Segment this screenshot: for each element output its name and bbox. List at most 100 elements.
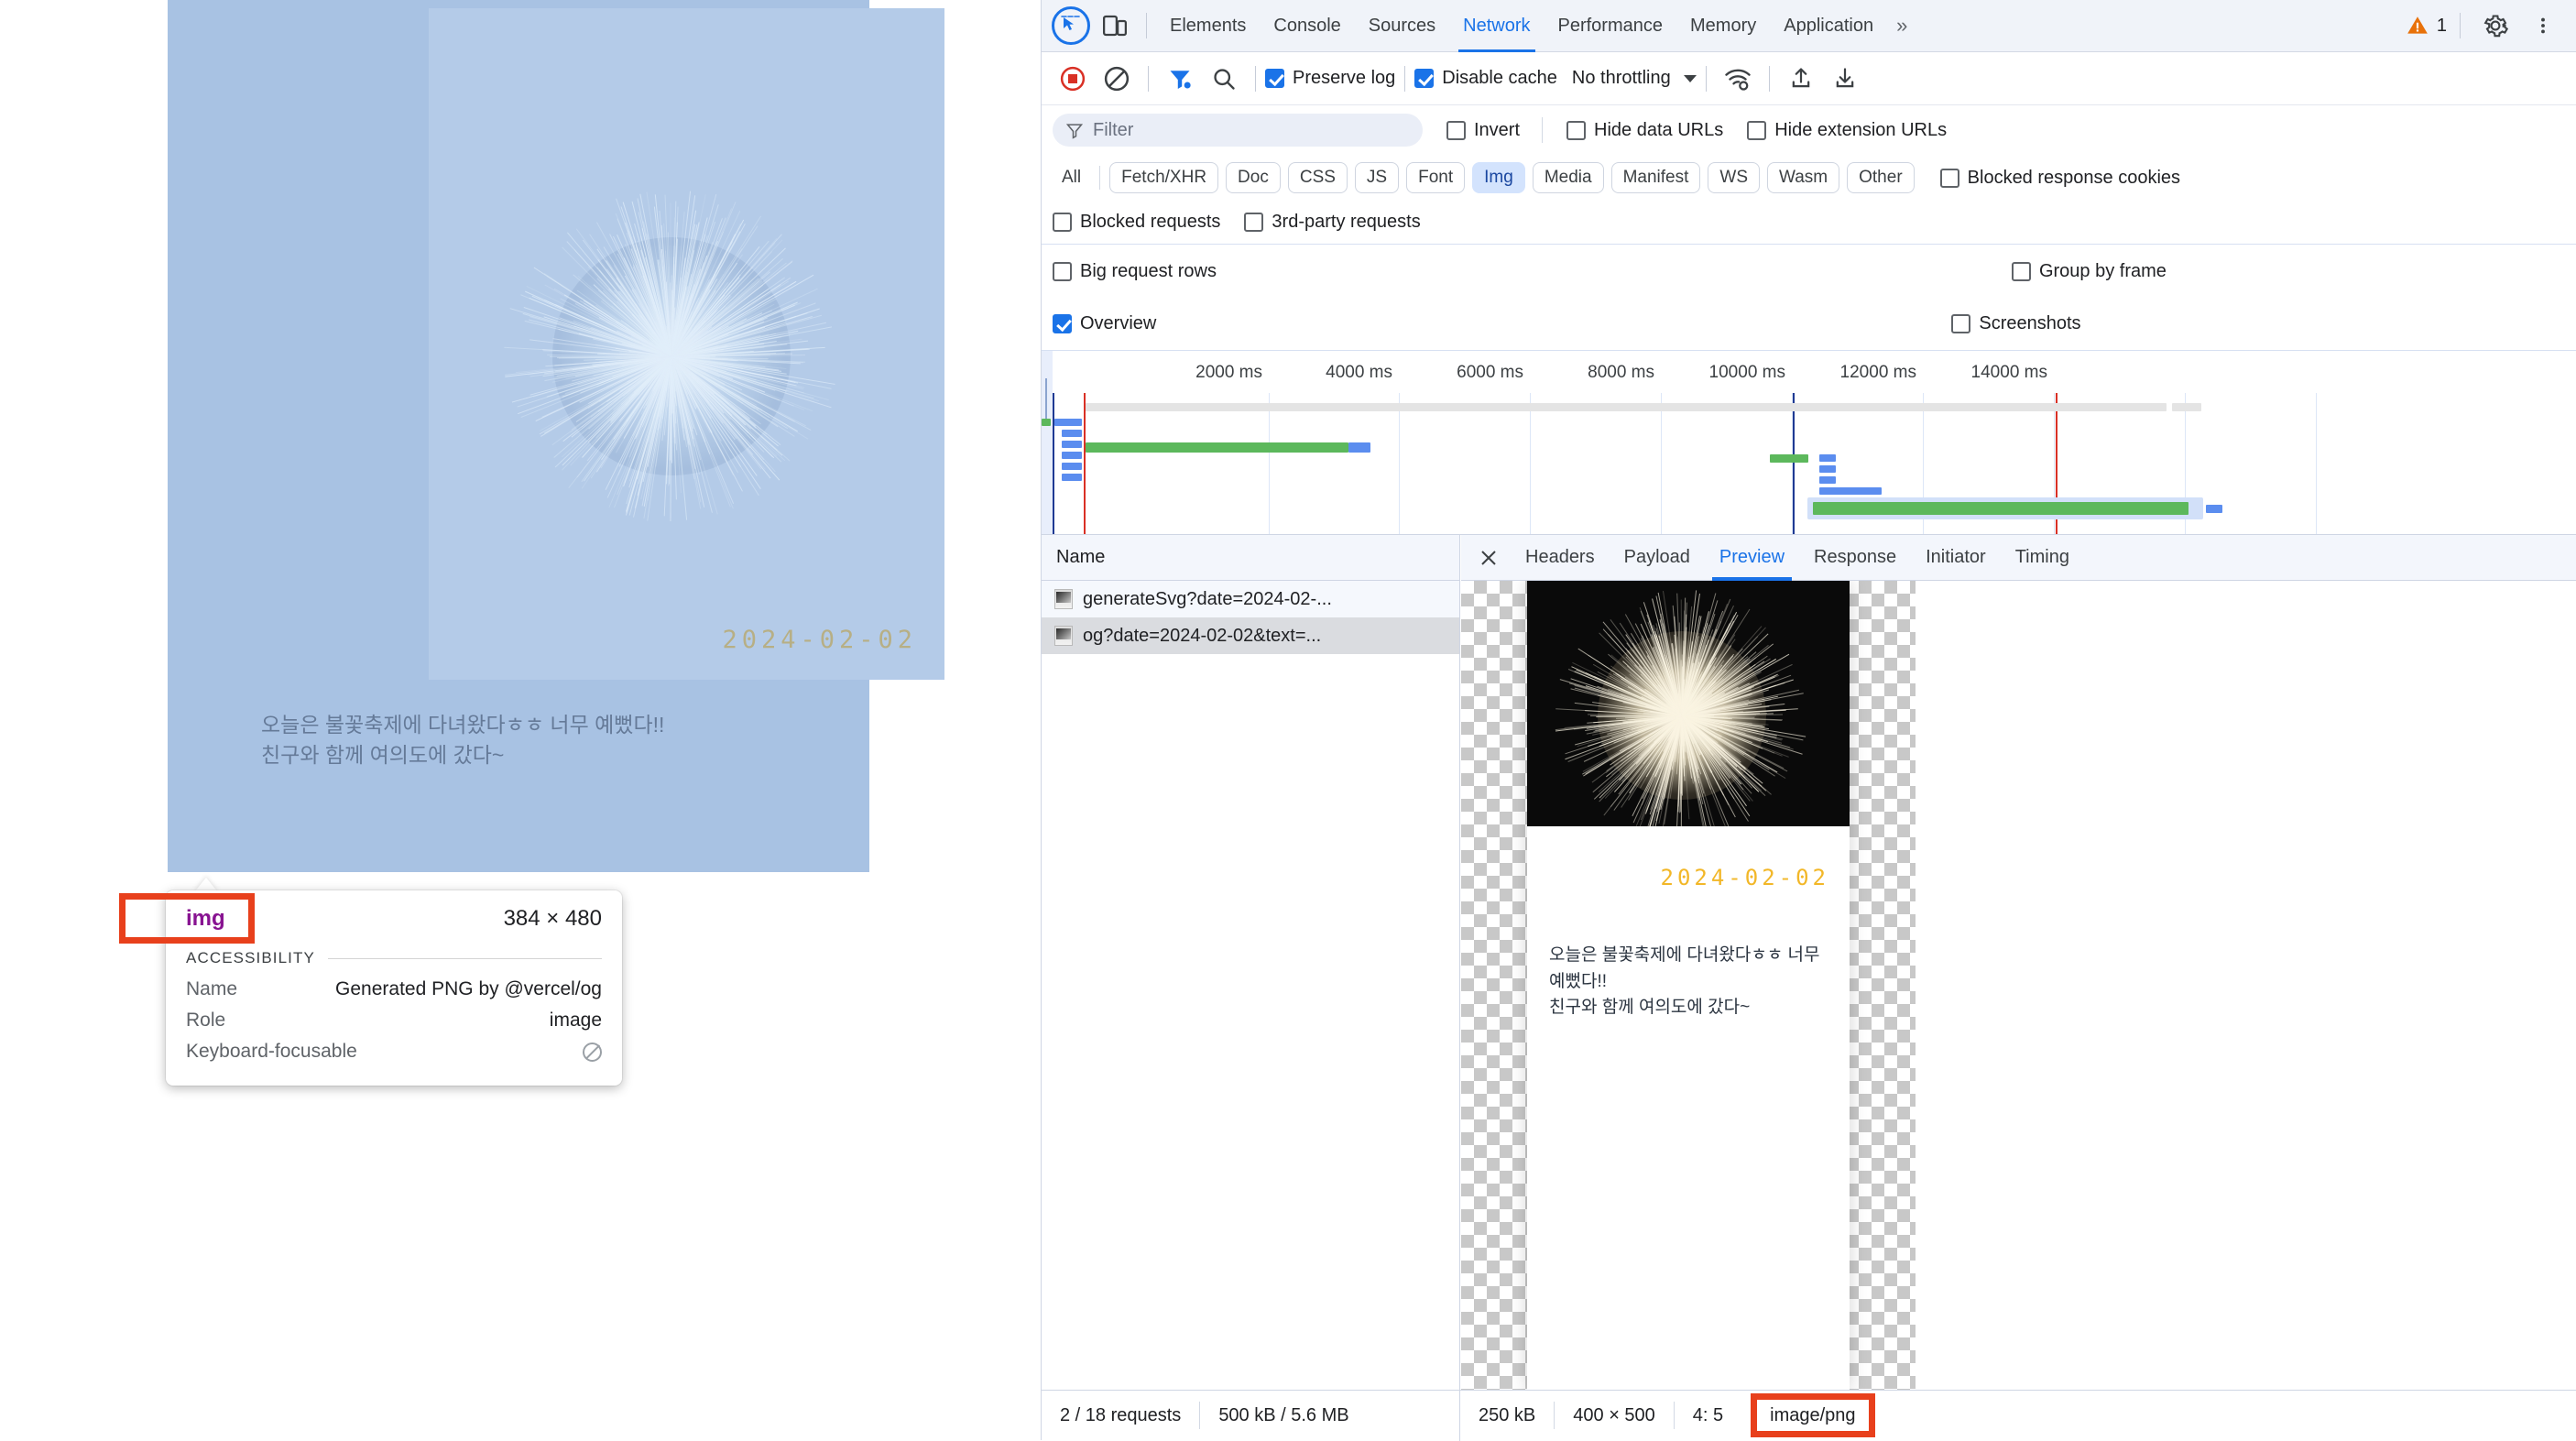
preview-date-label: 2024-02-02 (1660, 865, 1829, 890)
overview-bar (1062, 419, 1082, 426)
invert-box (1446, 120, 1466, 140)
filter-icon[interactable] (1158, 59, 1202, 99)
chip-other[interactable]: Other (1847, 162, 1915, 193)
overview-toggles-row: Overview Screenshots (1042, 298, 2576, 351)
network-conditions-icon[interactable] (1716, 59, 1760, 99)
chip-fetch-xhr[interactable]: Fetch/XHR (1109, 162, 1219, 193)
screenshots-checkbox[interactable]: Screenshots (1951, 313, 2081, 334)
chip-manifest[interactable]: Manifest (1610, 162, 1701, 193)
chip-all[interactable]: All (1053, 162, 1091, 193)
table-row[interactable]: og?date=2024-02-02&text=... (1042, 617, 1459, 654)
chip-ws[interactable]: WS (1708, 162, 1760, 193)
throttling-dropdown[interactable]: No throttling (1572, 68, 1697, 89)
group-by-frame-checkbox[interactable]: Group by frame (2011, 261, 2167, 282)
network-toolbar: Preserve log Disable cache No throttling (1042, 52, 2576, 105)
search-icon[interactable] (1202, 59, 1246, 99)
detail-tab-headers[interactable]: Headers (1511, 535, 1610, 581)
chip-media[interactable]: Media (1532, 162, 1604, 193)
mime-type: image/png (1770, 1404, 1856, 1425)
blocked-response-cookies-checkbox[interactable]: Blocked response cookies (1939, 167, 2181, 189)
a11y-keyboard-focusable-key: Keyboard-focusable (186, 1041, 357, 1062)
detail-tab-preview[interactable]: Preview (1705, 535, 1799, 581)
third-party-requests-box (1244, 213, 1264, 232)
image-file-icon (1054, 626, 1073, 646)
chip-img[interactable]: Img (1472, 162, 1525, 193)
hide-extension-urls-label: Hide extension URLs (1774, 119, 1948, 140)
network-overview-timeline[interactable]: 2000 ms 4000 ms 6000 ms 8000 ms 10000 ms… (1042, 351, 2576, 534)
not-focusable-icon (583, 1042, 602, 1062)
dom-content-loaded-marker (1053, 393, 1054, 534)
divider (327, 957, 602, 959)
more-tabs-icon[interactable]: » (1887, 14, 1916, 38)
tab-performance[interactable]: Performance (1545, 0, 1677, 52)
overview-box (1053, 314, 1072, 333)
hide-extension-urls-checkbox[interactable]: Hide extension URLs (1747, 120, 1947, 141)
overview-bar (1042, 419, 1051, 426)
inspect-element-icon[interactable] (1049, 5, 1093, 46)
overview-bar (1086, 403, 2167, 411)
table-row[interactable]: generateSvg?date=2024-02-... (1042, 581, 1459, 617)
accessibility-label: ACCESSIBILITY (186, 949, 315, 966)
detail-tab-initiator[interactable]: Initiator (1911, 535, 2001, 581)
tab-application[interactable]: Application (1770, 0, 1887, 52)
import-har-icon[interactable] (1779, 59, 1823, 99)
tab-memory[interactable]: Memory (1676, 0, 1770, 52)
gear-icon[interactable] (2473, 5, 2517, 46)
big-request-rows-label: Big request rows (1080, 260, 1217, 281)
chip-wasm[interactable]: Wasm (1767, 162, 1840, 193)
tab-network[interactable]: Network (1449, 0, 1544, 52)
blocked-requests-checkbox[interactable]: Blocked requests (1053, 212, 1220, 233)
chip-js[interactable]: JS (1354, 162, 1400, 193)
chip-css[interactable]: CSS (1287, 162, 1348, 193)
chip-doc[interactable]: Doc (1226, 162, 1281, 193)
preserve-log-checkbox[interactable]: Preserve log (1265, 68, 1395, 89)
tab-sources[interactable]: Sources (1355, 0, 1449, 52)
blocked-response-cookies-label: Blocked response cookies (1967, 167, 2181, 188)
detail-tab-response[interactable]: Response (1799, 535, 1911, 581)
tick-label: 6000 ms (1457, 363, 1523, 382)
overview-bar (2206, 505, 2222, 513)
net-toolbar-divider-1 (1148, 65, 1149, 92)
close-icon[interactable] (1467, 535, 1511, 581)
third-party-requests-checkbox[interactable]: 3rd-party requests (1244, 212, 1421, 233)
disable-cache-checkbox[interactable]: Disable cache (1414, 68, 1557, 89)
name-column-header[interactable]: Name (1042, 535, 1459, 581)
more-options-icon[interactable] (2521, 5, 2565, 46)
tick-label: 10000 ms (1708, 363, 1785, 382)
tick-label: 8000 ms (1588, 363, 1654, 382)
warning-badge[interactable]: 1 (2406, 14, 2447, 38)
overview-checkbox[interactable]: Overview (1053, 313, 1156, 334)
filter-input[interactable]: Filter (1053, 114, 1423, 147)
net-toolbar-divider-2 (1255, 65, 1256, 92)
fireworks-photo (429, 155, 944, 521)
detail-tab-timing[interactable]: Timing (2001, 535, 2084, 581)
clear-icon[interactable] (1095, 59, 1139, 99)
hide-data-urls-checkbox[interactable]: Hide data URLs (1566, 120, 1723, 141)
record-stop-icon[interactable] (1051, 59, 1095, 99)
overview-bar (1770, 454, 1808, 463)
overview-bar (1062, 430, 1082, 437)
tooltip-header: img 384 × 480 (166, 890, 622, 947)
inspected-page: 2024-02-02 오늘은 불꽃축제에 다녀왔다ㅎㅎ 너무 예뻤다!! 친구와… (0, 0, 1041, 1440)
hide-extension-urls-box (1747, 120, 1767, 140)
tab-elements[interactable]: Elements (1156, 0, 1260, 52)
detail-tab-payload[interactable]: Payload (1610, 535, 1705, 581)
chip-font[interactable]: Font (1406, 162, 1466, 193)
device-toolbar-icon[interactable] (1093, 5, 1137, 46)
blocked-requests-box (1053, 213, 1072, 232)
screenshots-box (1951, 314, 1971, 333)
image-file-icon (1054, 589, 1073, 609)
devtools-toolbar-right: 1 (2406, 5, 2576, 46)
overview-left-handle[interactable] (1042, 351, 1053, 534)
tab-console[interactable]: Console (1260, 0, 1354, 52)
diary-caption: 오늘은 불꽃축제에 다녀왔다ㅎㅎ 너무 예뻤다!! 친구와 함께 여의도에 갔다… (261, 710, 811, 770)
blocked-response-cookies-box (1939, 168, 1959, 188)
overview-bar (2172, 403, 2201, 411)
big-request-rows-box (1053, 261, 1072, 281)
big-request-rows-checkbox[interactable]: Big request rows (1053, 261, 1217, 282)
request-name: generateSvg?date=2024-02-... (1083, 588, 1332, 609)
export-har-icon[interactable] (1823, 59, 1867, 99)
hide-data-urls-label: Hide data URLs (1594, 119, 1724, 140)
timeline-ruler: 2000 ms 4000 ms 6000 ms 8000 ms 10000 ms… (1042, 351, 2576, 393)
invert-checkbox[interactable]: Invert (1446, 120, 1520, 141)
